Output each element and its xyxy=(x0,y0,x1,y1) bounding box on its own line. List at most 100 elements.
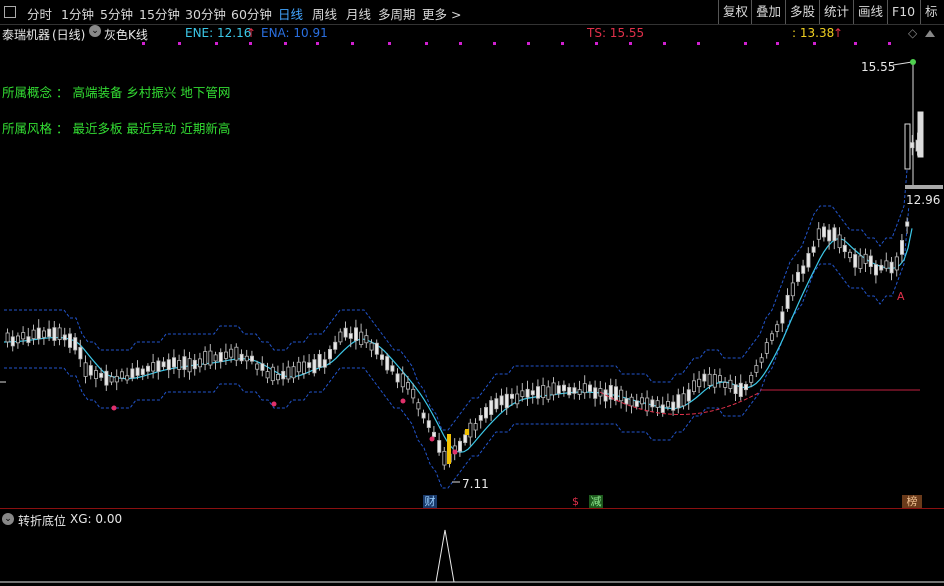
candle-body xyxy=(681,393,686,407)
chevron-down-icon[interactable]: ⌄ xyxy=(89,25,101,37)
candle-body xyxy=(868,255,873,267)
candle-body xyxy=(223,351,228,359)
triangle-up-icon[interactable] xyxy=(925,30,935,37)
candle-body xyxy=(125,375,130,381)
candle-body xyxy=(109,376,114,383)
candle-body xyxy=(536,386,541,399)
tab-fenshi[interactable]: 分时 xyxy=(27,4,52,23)
chart-header: 泰瑞机器 (日线) ⌄ 灰色K线 ENE: 12.16 ↑ ENA: 10.91… xyxy=(0,24,944,42)
candle-body xyxy=(551,382,556,396)
candle-body xyxy=(270,366,275,382)
earnings-marker[interactable]: 财 xyxy=(423,495,437,508)
candle-body xyxy=(234,346,239,361)
overlay-button[interactable]: 叠加 xyxy=(751,0,785,24)
candle-body xyxy=(312,359,317,374)
signal-dot xyxy=(561,42,564,45)
candle-body xyxy=(645,397,650,412)
candle-body xyxy=(858,255,863,269)
indicator-value: XG: 0.00 xyxy=(70,512,123,526)
diamond-icon[interactable]: ◇ xyxy=(908,26,917,40)
current-price-label: 12.96 xyxy=(906,193,941,207)
volume-highlight xyxy=(447,434,451,464)
candle-body xyxy=(151,362,156,372)
tab-weekly[interactable]: 周线 xyxy=(312,4,337,23)
candle-body xyxy=(239,353,244,362)
signal-dot xyxy=(284,42,287,45)
candle-body xyxy=(619,389,624,402)
candle-body xyxy=(317,353,322,368)
tab-more[interactable]: 更多 > xyxy=(422,4,461,23)
signal-dot xyxy=(271,401,277,407)
candle-body xyxy=(468,422,473,438)
candle-body xyxy=(853,254,858,268)
chevron-down-icon[interactable]: ⌄ xyxy=(2,513,14,525)
multi-stock-button[interactable]: 多股 xyxy=(785,0,819,24)
high-price-label: 15.55 xyxy=(861,60,896,74)
candle-body xyxy=(322,359,327,368)
signal-dot xyxy=(178,42,181,45)
upper-band-line xyxy=(4,133,911,431)
tab-5min[interactable]: 5分钟 xyxy=(100,4,133,23)
draw-line-button[interactable]: 画线 xyxy=(853,0,887,24)
signal-dot xyxy=(888,42,891,45)
tab-monthly[interactable]: 月线 xyxy=(346,4,371,23)
candle-body xyxy=(463,434,468,443)
candle-body xyxy=(260,363,265,371)
kline-chart[interactable] xyxy=(0,42,944,508)
candle-body xyxy=(572,387,577,394)
indicator-name[interactable]: 转折底位 xyxy=(18,512,66,529)
candle-body xyxy=(275,374,280,381)
candle-body xyxy=(104,370,109,386)
candle-body xyxy=(848,251,853,259)
lower-band-line xyxy=(4,191,911,489)
tab-multi-period[interactable]: 多周期 xyxy=(378,4,416,23)
candle-body xyxy=(244,355,249,362)
candle-body xyxy=(889,261,894,274)
candle-body xyxy=(99,372,104,378)
restore-rights-button[interactable]: 复权 xyxy=(718,0,752,24)
statistics-button[interactable]: 统计 xyxy=(819,0,853,24)
candle-body xyxy=(718,375,723,382)
signal-dot xyxy=(400,398,406,404)
candle-body xyxy=(10,336,15,347)
panel-divider[interactable] xyxy=(0,508,944,509)
tab-30min[interactable]: 30分钟 xyxy=(185,4,226,23)
candle-body xyxy=(884,260,889,269)
tab-60min[interactable]: 60分钟 xyxy=(231,4,272,23)
high-arrow xyxy=(892,61,913,66)
dollar-marker[interactable]: $ xyxy=(570,495,581,508)
candle-body xyxy=(333,341,338,350)
candle-body xyxy=(520,390,525,397)
candle-body xyxy=(478,415,483,421)
candle-body xyxy=(26,336,31,343)
candle-body xyxy=(676,394,681,409)
tab-15min[interactable]: 15分钟 xyxy=(139,4,180,23)
period-toolbar: 分时 1分钟 5分钟 15分钟 30分钟 60分钟 日线 周线 月线 多周期 更… xyxy=(0,0,944,25)
candle-body xyxy=(94,370,99,379)
reduce-marker[interactable]: 减 xyxy=(589,495,603,508)
candle-body xyxy=(208,350,213,366)
indicator-chart[interactable] xyxy=(0,528,944,586)
tab-1min[interactable]: 1分钟 xyxy=(61,4,94,23)
ranking-marker[interactable]: 榜 xyxy=(902,495,922,508)
candle-body xyxy=(806,253,811,268)
tab-daily[interactable]: 日线 xyxy=(278,4,303,23)
candle-body xyxy=(307,362,312,368)
candle-body xyxy=(421,412,426,419)
window-icon[interactable] xyxy=(4,6,16,18)
mark-button[interactable]: 标记 xyxy=(920,0,944,24)
signal-dot xyxy=(854,42,857,45)
kline-mode[interactable]: 灰色K线 xyxy=(104,26,148,43)
candle-body xyxy=(5,332,10,343)
signal-dot xyxy=(425,42,428,45)
f10-button[interactable]: F10 xyxy=(887,0,919,24)
candle-body xyxy=(203,351,208,365)
candle-body xyxy=(660,404,665,413)
candle-body xyxy=(702,373,707,382)
candle-body xyxy=(405,382,410,390)
candle-body xyxy=(369,342,374,351)
signal-dot xyxy=(429,436,435,442)
candle-body xyxy=(171,357,176,368)
candle-body xyxy=(837,234,842,249)
candle-body xyxy=(811,246,816,253)
